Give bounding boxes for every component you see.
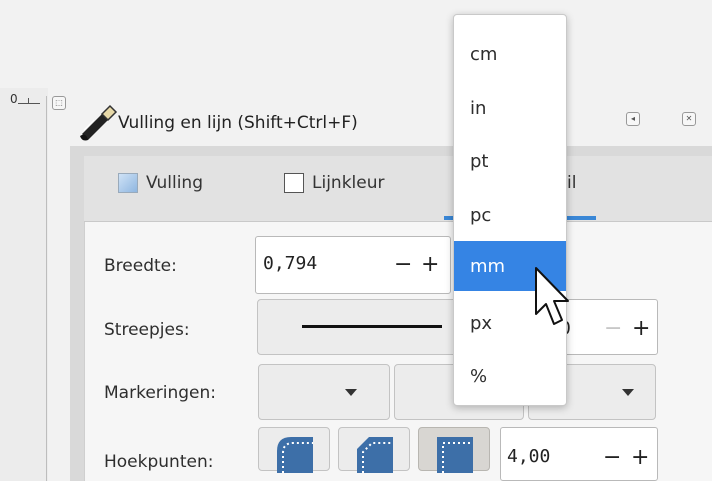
breedte-value[interactable]: 0,794 [263,253,317,274]
breedte-plus-button[interactable]: + [421,254,439,276]
tab-lijnkleur[interactable]: Lijnkleur [284,173,384,193]
tab-label: Lijnkleur [312,173,385,193]
ruler-tick [18,103,40,104]
breedte-minus-button[interactable]: − [394,254,412,276]
mouse-cursor-icon [535,267,569,325]
vertical-ruler [0,88,48,481]
tab-label: Vulling [146,173,203,193]
miter-join-icon [437,437,473,473]
start-marker-combo[interactable] [258,364,390,420]
tab-lijnstijl[interactable]: il [567,173,576,193]
menu-item-in[interactable]: in [454,83,566,133]
dock-title: Vulling en lijn (Shift+Ctrl+F) [118,113,358,133]
bevel-join-icon [357,437,393,473]
ruler-tick [28,98,29,104]
tab-vulling[interactable]: Vulling [118,173,203,193]
miter-limit-minus-button[interactable]: − [603,447,621,469]
tab-label: il [567,173,577,193]
streepjes-label: Streepjes: [104,320,190,340]
round-join-button[interactable] [258,427,330,473]
bevel-join-button[interactable] [338,427,410,473]
menu-item-pt[interactable]: pt [454,136,566,186]
fill-stroke-brush-icon [80,104,118,141]
dash-offset-minus-button[interactable]: − [604,318,622,340]
chevron-down-icon [345,389,357,396]
fill-swatch-icon [118,173,138,193]
ruler-label: 0 [10,92,18,106]
close-icon[interactable]: ✕ [682,112,696,126]
chevron-down-icon [622,389,634,396]
miter-limit-plus-button[interactable]: + [631,447,649,469]
stroke-swatch-icon [284,173,304,193]
menu-item-cm[interactable]: cm [454,29,566,79]
miter-limit-value[interactable]: 4,00 [507,446,550,467]
dash-offset-plus-button[interactable]: + [632,318,650,340]
dash-pattern-preview [302,325,442,328]
pin-icon[interactable]: ⬚ [52,96,66,110]
menu-item-percent[interactable]: % [454,351,566,401]
miter-join-button[interactable] [418,427,490,473]
breedte-label: Breedte: [104,256,177,276]
markeringen-label: Markeringen: [104,383,217,403]
ruler-edge [46,96,47,481]
unit-menu: cm in pt pc mm px % [453,14,567,406]
round-join-icon [277,437,313,473]
menu-item-pc[interactable]: pc [454,190,566,240]
hoekpunten-label: Hoekpunten: [104,452,214,472]
arrow-left-icon[interactable]: ◂ [626,112,640,126]
